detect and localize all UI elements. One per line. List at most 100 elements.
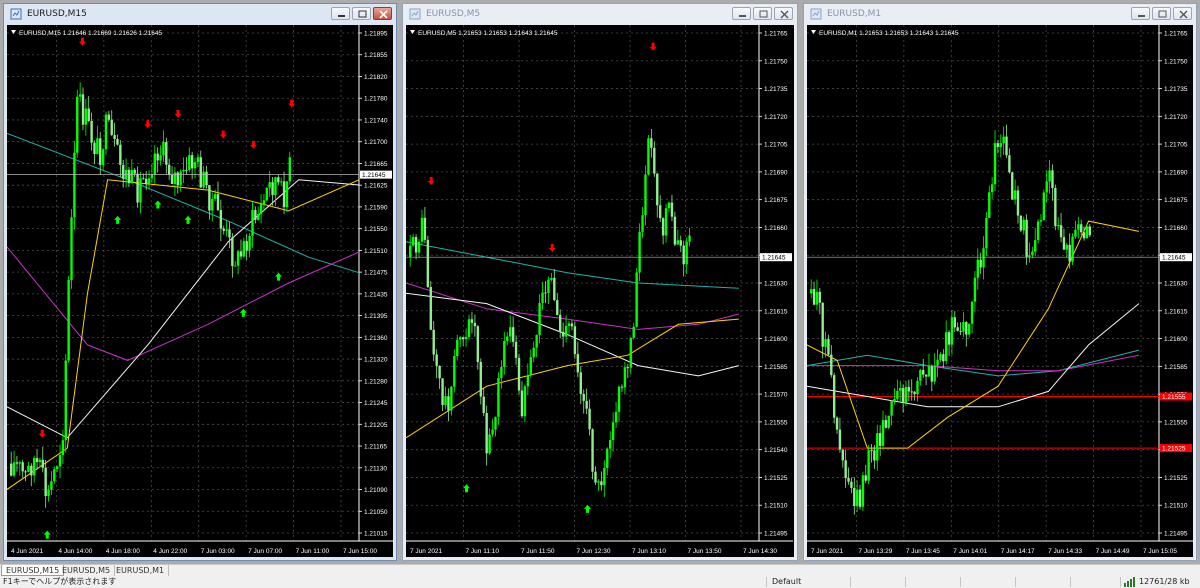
candle-body xyxy=(647,138,650,175)
candle-body xyxy=(1054,187,1057,227)
candle-body xyxy=(876,433,879,461)
price-chart[interactable]: 1.21895 1.21855 1.21820 1.21780 1.21740 1.217… xyxy=(7,25,393,557)
candle-body xyxy=(827,339,830,355)
close-button[interactable] xyxy=(774,7,793,20)
candle-body xyxy=(832,375,836,418)
sell-arrow-icon xyxy=(219,130,227,139)
candle-body xyxy=(61,440,65,456)
close-button[interactable] xyxy=(1173,7,1192,20)
candle-body xyxy=(1051,170,1054,188)
buy-arrow-icon xyxy=(275,272,283,281)
candle-body xyxy=(508,327,512,337)
candle-body xyxy=(629,337,632,368)
y-tick-label: 1.21630 xyxy=(1164,281,1188,288)
candle-body xyxy=(165,142,168,165)
candle-body xyxy=(591,429,594,472)
candle-body xyxy=(936,359,939,366)
y-tick-label: 1.21555 xyxy=(764,419,788,426)
help-hint: F1キーでヘルプが表示されます xyxy=(3,577,117,586)
window-title: EURUSD,M15 xyxy=(27,9,87,19)
close-icon xyxy=(780,10,789,19)
candle-body xyxy=(248,235,251,251)
restore-button[interactable] xyxy=(753,7,772,20)
candle-body xyxy=(558,314,562,332)
candle-body xyxy=(1042,192,1046,221)
candle-body xyxy=(461,337,465,340)
minimize-button[interactable] xyxy=(732,7,751,20)
candle-body xyxy=(847,478,850,482)
connection-icon xyxy=(1124,577,1135,587)
candle-body xyxy=(99,138,102,165)
tab-eurusd-m1[interactable]: EURUSD,M1 xyxy=(112,565,170,576)
candle-body xyxy=(464,336,468,340)
candle-body xyxy=(228,229,231,238)
y-tick-label: 1.21705 xyxy=(1164,142,1188,149)
minimize-icon xyxy=(739,15,746,17)
current-price-label: 1.21645 xyxy=(762,255,786,262)
y-tick-label: 1.21820 xyxy=(364,74,388,81)
tab-eurusd-m5[interactable]: EURUSD,M5 xyxy=(58,565,116,576)
y-tick-label: 1.21740 xyxy=(364,117,388,124)
candle-body xyxy=(830,354,833,376)
candle-body xyxy=(482,396,485,413)
candle-body xyxy=(1071,236,1074,262)
candle-body xyxy=(1065,244,1069,250)
candle-body xyxy=(579,372,582,394)
chart-plot-m1[interactable]: 1.21765 1.21750 1.21735 1.21720 1.21705 1.216… xyxy=(807,25,1193,557)
candle-body xyxy=(265,187,269,201)
candle-body xyxy=(541,292,544,304)
y-tick-label: 1.21705 xyxy=(764,142,788,149)
candle-body xyxy=(199,157,202,188)
candle-body xyxy=(685,241,688,265)
candle-body xyxy=(517,357,521,391)
candle-body xyxy=(644,174,647,216)
minimize-button[interactable] xyxy=(1131,7,1150,20)
candle-body xyxy=(282,181,286,207)
y-tick-label: 1.21690 xyxy=(1164,169,1188,176)
chart-window-m5[interactable]: EURUSD,M5 1.21765 1.21750 1.21735 1.21720 1.… xyxy=(402,3,798,561)
candle-body xyxy=(497,377,500,417)
restore-button[interactable] xyxy=(1152,7,1171,20)
price-chart[interactable]: 1.21765 1.21750 1.21735 1.21720 1.21705 1.216… xyxy=(807,25,1193,557)
candle-body xyxy=(423,217,427,240)
restore-button[interactable] xyxy=(352,7,371,20)
candle-body xyxy=(136,173,139,203)
close-button[interactable] xyxy=(373,7,392,20)
candle-body xyxy=(476,326,480,363)
y-tick-label: 1.21690 xyxy=(764,169,788,176)
x-tick-label: 7 Jun 11:00 xyxy=(296,548,330,555)
y-tick-label: 1.21090 xyxy=(364,487,388,494)
dropdown-triangle-icon xyxy=(410,30,415,34)
candle-body xyxy=(473,322,477,327)
candle-body xyxy=(632,326,635,338)
y-tick-label: 1.21510 xyxy=(364,248,388,255)
y-tick-label: 1.21675 xyxy=(764,197,788,204)
candle-body xyxy=(1074,229,1077,237)
candle-body xyxy=(956,327,959,331)
chart-window-m1[interactable]: EURUSD,M1 1.21765 1.21750 1.21735 1.21720 1.… xyxy=(803,3,1197,561)
candle-body xyxy=(450,386,453,411)
traffic-counter: 12761/28 kb xyxy=(1139,577,1190,586)
candle-body xyxy=(458,337,462,340)
candle-body xyxy=(35,458,39,462)
candle-body xyxy=(1022,219,1025,231)
candle-body xyxy=(1077,224,1080,230)
chart-plot-m5[interactable]: 1.21765 1.21750 1.21735 1.21720 1.21705 1.216… xyxy=(406,25,794,557)
price-chart[interactable]: 1.21765 1.21750 1.21735 1.21720 1.21705 1.216… xyxy=(406,25,794,557)
chart-plot-m15[interactable]: 1.21895 1.21855 1.21820 1.21780 1.21740 1.217… xyxy=(7,25,393,557)
candle-body xyxy=(162,142,165,156)
candle-body xyxy=(901,387,905,403)
candle-body xyxy=(32,458,36,476)
y-tick-label: 1.21665 xyxy=(364,161,388,168)
candle-body xyxy=(538,303,541,335)
chart-window-m15[interactable]: EURUSD,M15 1.21895 1.21855 1.21820 1.21780 1… xyxy=(3,3,397,561)
candle-body xyxy=(411,237,415,246)
buy-arrow-icon xyxy=(114,215,122,224)
tab-eurusd-m15[interactable]: EURUSD,M15 xyxy=(1,565,65,576)
y-tick-label: 1.21735 xyxy=(764,86,788,93)
y-tick-label: 1.21750 xyxy=(764,58,788,65)
minimize-button[interactable] xyxy=(331,7,350,20)
candle-body xyxy=(588,408,591,430)
candle-body xyxy=(1034,240,1037,252)
candle-body xyxy=(514,341,518,358)
